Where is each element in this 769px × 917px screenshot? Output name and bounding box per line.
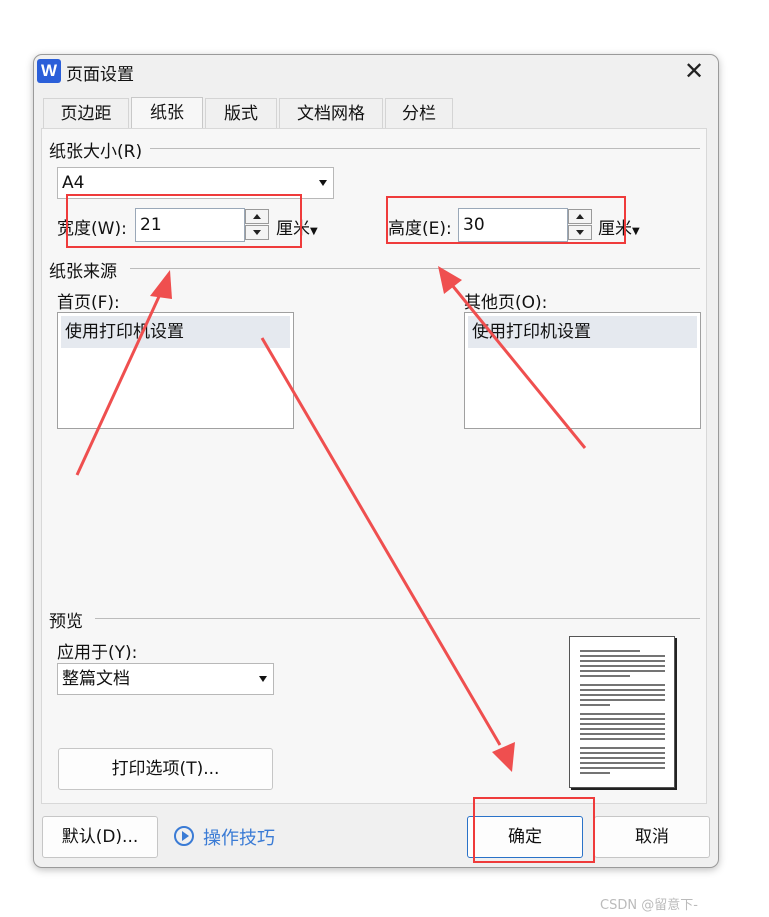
- arrow-head-width: [150, 270, 172, 299]
- annotation-arrows: [75, 266, 587, 772]
- arrow-to-ok: [260, 337, 502, 746]
- arrow-head-ok: [492, 742, 515, 772]
- watermark-text: CSDN @留意下-: [600, 898, 698, 913]
- arrow-head-height: [438, 266, 462, 294]
- arrow-to-height: [450, 284, 587, 449]
- arrow-to-width: [75, 289, 164, 476]
